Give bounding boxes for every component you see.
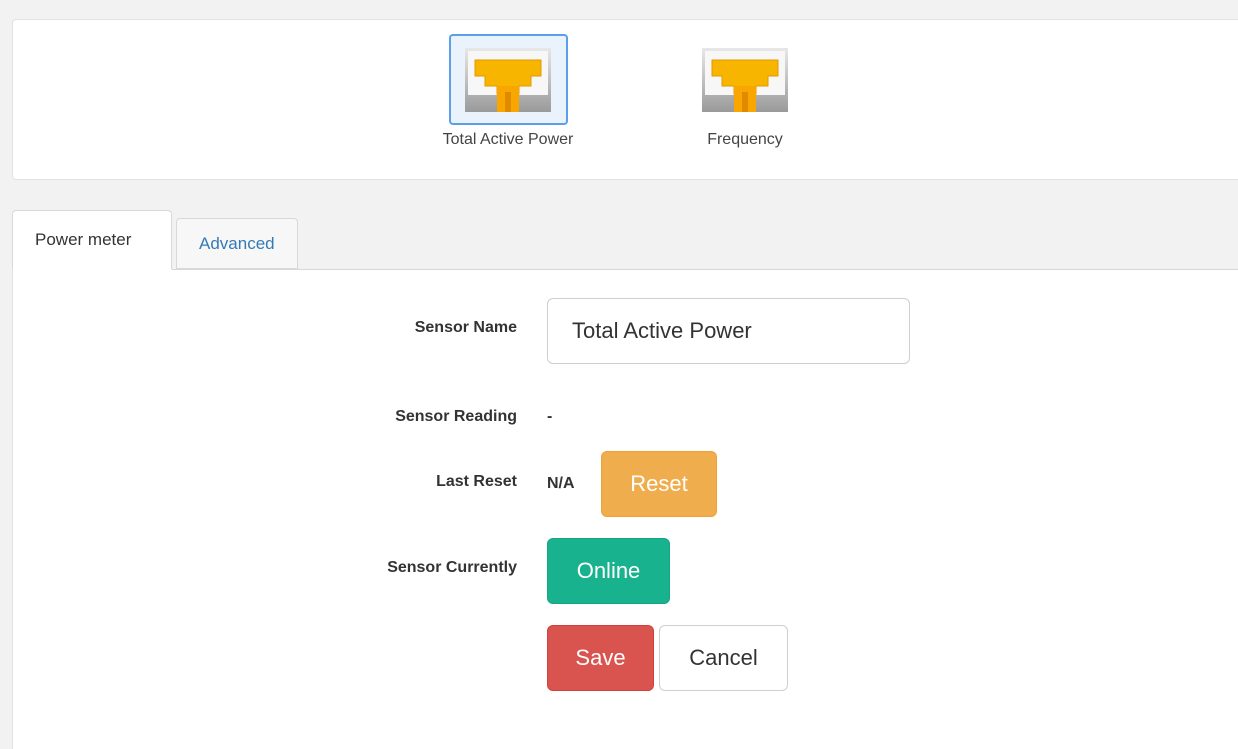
sensor-name-input[interactable] (547, 298, 910, 364)
last-reset-label: Last Reset (436, 473, 517, 490)
sensor-reading-value: - (547, 408, 553, 425)
sensor-selector: Total Active Power Frequency (12, 19, 1238, 180)
sensor-tile-frequency[interactable]: Frequency (675, 34, 815, 149)
sensor-name-label: Sensor Name (414, 319, 517, 336)
save-button[interactable]: Save (547, 625, 654, 691)
online-status-button[interactable]: Online (547, 538, 670, 604)
cancel-button[interactable]: Cancel (659, 625, 788, 691)
page: Total Active Power Frequency Power meter… (0, 0, 1238, 749)
sensor-icon-frame (448, 34, 568, 125)
sensor-tile-label: Frequency (707, 131, 783, 148)
sensor-currently-label: Sensor Currently (387, 559, 517, 576)
sensor-tile-total-active-power[interactable]: Total Active Power (438, 34, 578, 149)
last-reset-value: N/A (547, 475, 575, 492)
sensor-icon-frame (686, 34, 805, 125)
sensor-reading-label: Sensor Reading (395, 408, 517, 425)
tab-power-meter[interactable]: Power meter (12, 210, 172, 270)
ethernet-port-icon (465, 47, 551, 112)
reset-button[interactable]: Reset (601, 451, 717, 517)
tab-advanced[interactable]: Advanced (176, 218, 298, 269)
ethernet-port-icon (702, 47, 788, 112)
power-meter-panel: Sensor Name Sensor Reading - Last Reset … (12, 269, 1238, 749)
sensor-tile-label: Total Active Power (442, 131, 574, 148)
